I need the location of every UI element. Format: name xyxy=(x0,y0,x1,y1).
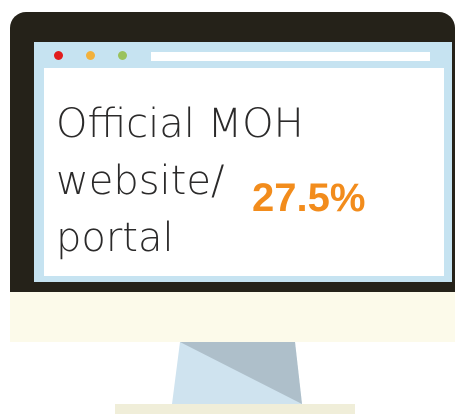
monitor-stand-neck xyxy=(172,342,302,404)
window-maximize-dot-icon xyxy=(118,51,127,60)
monitor-chin xyxy=(10,292,455,342)
browser-bar xyxy=(34,42,452,68)
percentage-value: 27.5% xyxy=(252,176,366,220)
monitor-screen: Official MOH website/ portal 27.5% xyxy=(34,42,452,282)
monitor-frame: Official MOH website/ portal 27.5% xyxy=(10,12,455,292)
address-bar xyxy=(151,52,430,61)
content-panel: Official MOH website/ portal 27.5% xyxy=(44,68,444,276)
channel-label-line-1: Official MOH xyxy=(56,101,304,147)
window-minimize-dot-icon xyxy=(86,51,95,60)
window-close-dot-icon xyxy=(54,51,63,60)
monitor-stand-base xyxy=(115,404,355,414)
